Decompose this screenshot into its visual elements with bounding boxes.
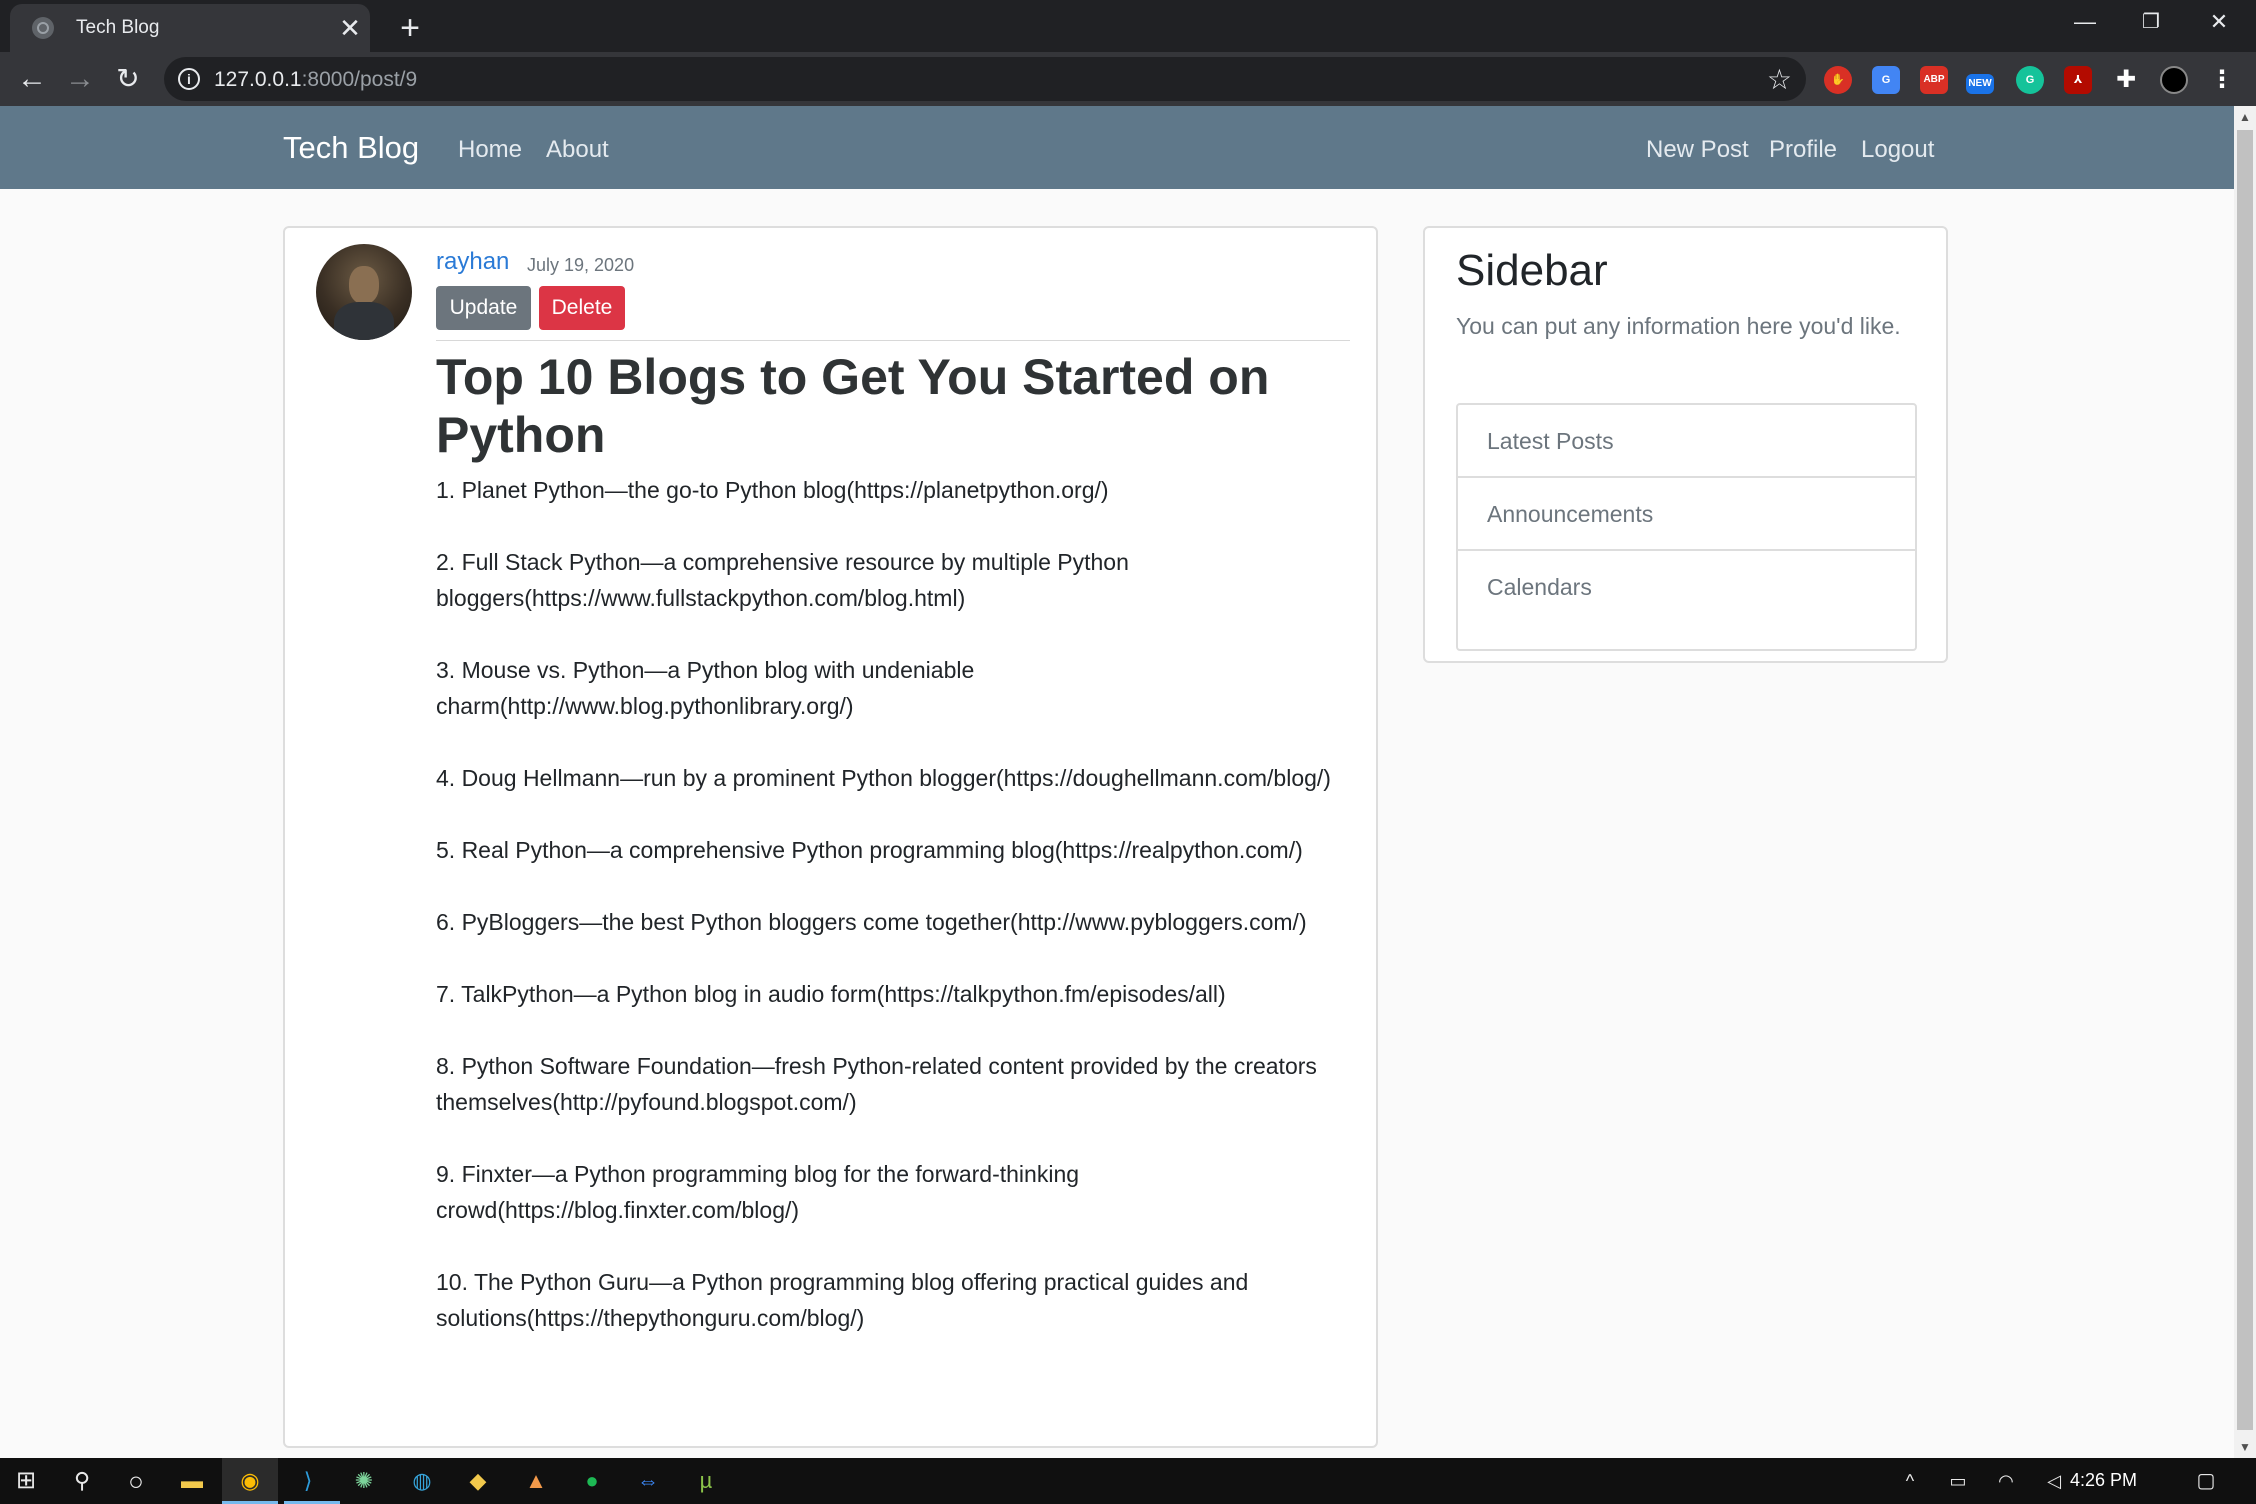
url-text[interactable]: 127.0.0.1:8000/post/9 xyxy=(214,68,417,92)
volume-icon[interactable]: ◁ xyxy=(2038,1465,2070,1497)
tab-title: Tech Blog xyxy=(76,17,160,38)
chrome-icon[interactable]: ◉ xyxy=(234,1465,266,1497)
address-bar[interactable]: i 127.0.0.1:8000/post/9 ☆ xyxy=(164,57,1806,101)
teamviewer-icon[interactable]: ⇔ xyxy=(632,1465,664,1497)
close-window-button[interactable]: ✕ xyxy=(2186,0,2252,44)
nav-profile[interactable]: Profile xyxy=(1769,136,1837,164)
nav-new-post[interactable]: New Post xyxy=(1646,136,1749,164)
sidebar-list: Latest Posts Announcements Calendars xyxy=(1456,403,1917,651)
site-info-icon[interactable]: i xyxy=(178,68,200,90)
post-title: Top 10 Blogs to Get You Started on Pytho… xyxy=(436,349,1270,463)
post-list-item: 4. Doug Hellmann—run by a prominent Pyth… xyxy=(436,765,1331,791)
site-navbar: Tech Blog Home About New Post Profile Lo… xyxy=(0,106,2234,189)
sidebar-item-calendars[interactable]: Calendars xyxy=(1458,551,1915,624)
utorrent-icon[interactable]: µ xyxy=(690,1465,722,1497)
post-body: 1. Planet Python—the go-to Python blog(h… xyxy=(436,472,1356,1372)
nav-home[interactable]: Home xyxy=(458,136,522,164)
battery-icon[interactable]: ▭ xyxy=(1942,1465,1974,1497)
post-list-item: 5. Real Python—a comprehensive Python pr… xyxy=(436,837,1303,863)
brand-link[interactable]: Tech Blog xyxy=(283,130,419,166)
restore-button[interactable]: ❐ xyxy=(2118,0,2184,44)
globe-icon xyxy=(32,17,54,39)
nav-logout[interactable]: Logout xyxy=(1861,136,1934,164)
scroll-down-arrow-icon[interactable]: ▼ xyxy=(2234,1436,2256,1458)
post-list-item: 6. PyBloggers—the best Python bloggers c… xyxy=(436,909,1307,935)
delete-button[interactable]: Delete xyxy=(539,286,625,330)
tray-chevron-icon[interactable]: ^ xyxy=(1894,1465,1926,1497)
divider xyxy=(436,340,1350,341)
extensions-puzzle-icon[interactable]: ✚ xyxy=(2112,66,2140,94)
git-icon[interactable]: ◆ xyxy=(462,1465,494,1497)
spotify-icon[interactable]: ● xyxy=(576,1465,608,1497)
back-icon[interactable]: ← xyxy=(12,59,52,99)
post-list-item: 8. Python Software Foundation—fresh Pyth… xyxy=(436,1053,1317,1115)
app-icon[interactable]: ✺ xyxy=(348,1465,380,1497)
author-link[interactable]: rayhan xyxy=(436,248,509,276)
taskbar-clock[interactable]: 4:26 PM xyxy=(2070,1470,2137,1491)
windows-taskbar: ⊞ ⚲ ○ ▬ ◉ ⟩ ✺ ◍ ◆ ▲ ● ⇔ µ ^ ▭ ◠ ◁ 4:26 P… xyxy=(0,1458,2256,1504)
reload-icon[interactable]: ↻ xyxy=(108,59,148,99)
translate-extension-icon[interactable]: G xyxy=(1872,66,1900,94)
post-list-item: 3. Mouse vs. Python—a Python blog with u… xyxy=(436,657,975,719)
post-date: July 19, 2020 xyxy=(527,255,635,275)
file-explorer-icon[interactable]: ▬ xyxy=(176,1465,208,1497)
nav-about[interactable]: About xyxy=(546,136,609,164)
browser-toolbar: ← → ↻ i 127.0.0.1:8000/post/9 ☆ ✋ G ABP … xyxy=(0,52,2256,106)
post-article: rayhan July 19, 2020 Update Delete Top 1… xyxy=(283,226,1378,1448)
new-extension-icon[interactable]: NEW xyxy=(1966,74,1994,94)
profile-avatar[interactable] xyxy=(2160,66,2188,94)
notification-icon[interactable]: ▢ xyxy=(2190,1465,2222,1497)
browser-tab[interactable]: Tech Blog ✕ xyxy=(10,4,370,52)
pdf-extension-icon[interactable]: ⅄ xyxy=(2064,66,2092,94)
adblock-extension-icon[interactable]: ABP xyxy=(1920,66,1948,94)
post-list-item: 2. Full Stack Python—a comprehensive res… xyxy=(436,549,1129,611)
post-list-item: 7. TalkPython—a Python blog in audio for… xyxy=(436,981,1226,1007)
cortana-icon[interactable]: ○ xyxy=(120,1465,152,1497)
extension-stop-icon[interactable]: ✋ xyxy=(1824,66,1852,94)
sidebar-title: Sidebar xyxy=(1456,246,1608,295)
post-list-item: 1. Planet Python—the go-to Python blog(h… xyxy=(436,477,1109,503)
search-icon[interactable]: ⚲ xyxy=(66,1465,98,1497)
vscode-icon[interactable]: ⟩ xyxy=(292,1465,324,1497)
sidebar-lead: You can put any information here you'd l… xyxy=(1456,313,1901,339)
forward-icon[interactable]: → xyxy=(60,59,100,99)
windows-start-icon[interactable]: ⊞ xyxy=(10,1465,42,1497)
browser-tabstrip: Tech Blog ✕ + — ❐ ✕ xyxy=(0,0,2256,52)
scroll-thumb[interactable] xyxy=(2237,130,2253,1430)
page-scrollbar[interactable]: ▲ ▼ xyxy=(2234,106,2256,1458)
sidebar-card: Sidebar You can put any information here… xyxy=(1423,226,1948,663)
new-tab-button[interactable]: + xyxy=(390,8,430,48)
wifi-icon[interactable]: ◠ xyxy=(1990,1465,2022,1497)
app-icon[interactable]: ◍ xyxy=(406,1465,438,1497)
post-list-item: 10. The Python Guru—a Python programming… xyxy=(436,1269,1249,1331)
minimize-button[interactable]: — xyxy=(2052,0,2118,44)
update-button[interactable]: Update xyxy=(436,286,531,330)
vlc-icon[interactable]: ▲ xyxy=(520,1465,552,1497)
post-list-item: 9. Finxter—a Python programming blog for… xyxy=(436,1161,1080,1223)
bookmark-star-icon[interactable]: ☆ xyxy=(1767,63,1792,96)
author-avatar xyxy=(316,244,412,340)
scroll-up-arrow-icon[interactable]: ▲ xyxy=(2234,106,2256,128)
sidebar-item-announcements[interactable]: Announcements xyxy=(1458,478,1915,551)
grammarly-extension-icon[interactable]: G xyxy=(2016,66,2044,94)
tab-close-button[interactable]: ✕ xyxy=(330,13,370,44)
sidebar-item-latest-posts[interactable]: Latest Posts xyxy=(1458,405,1915,478)
menu-kebab-icon[interactable]: ⋮ xyxy=(2208,66,2236,94)
